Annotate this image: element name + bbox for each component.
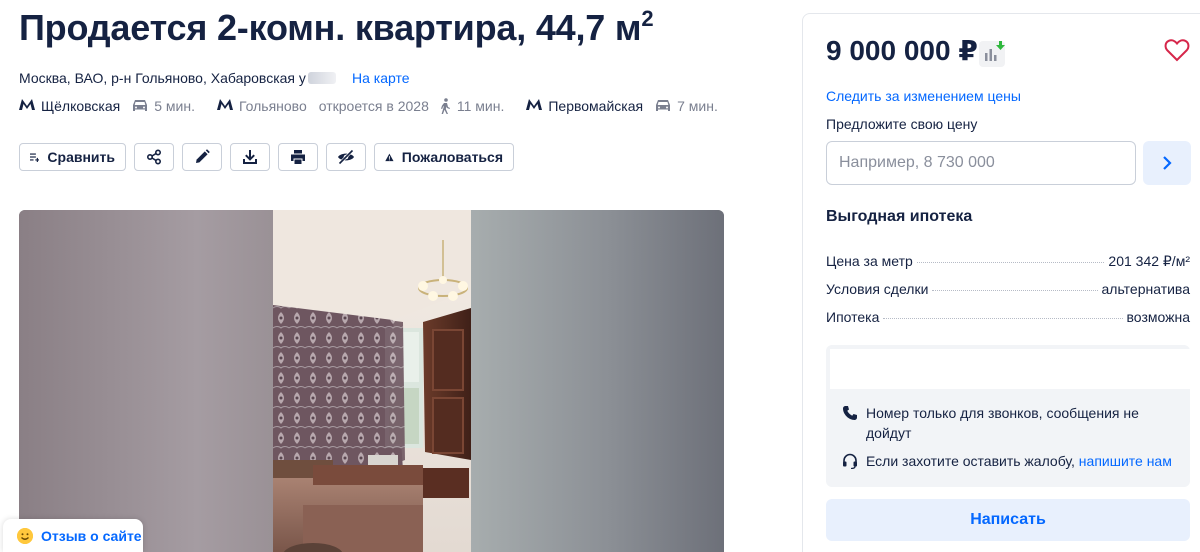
photo-gallery[interactable] [19, 210, 724, 552]
metro-station[interactable]: Первомайская [526, 97, 643, 114]
map-link[interactable]: На карте [352, 70, 410, 86]
fact-key: Цена за метр [826, 253, 913, 269]
offer-price-label: Предложите свою цену [826, 116, 978, 132]
address-text: Москва, ВАО, р-н Гольяново, Хабаровская … [19, 70, 306, 86]
contact-notice: Номер только для звонков, сообщения не д… [826, 345, 1190, 487]
address: Москва, ВАО, р-н Гольяново, Хабаровская … [19, 70, 336, 86]
metro-icon [526, 97, 543, 114]
notice-placeholder [830, 349, 1190, 389]
fact-row: Условия сделки альтернатива [826, 281, 1190, 309]
fact-key: Условия сделки [826, 281, 929, 297]
walk-icon [440, 97, 450, 114]
bar-chart-icon [985, 39, 1005, 61]
complain-label: Пожаловаться [401, 149, 503, 165]
travel-time: 7 мин. [677, 97, 718, 114]
heart-icon [1164, 39, 1190, 62]
warning-icon [385, 153, 394, 161]
car-icon [133, 99, 148, 111]
travel-time: 11 мин. [456, 97, 505, 114]
metro-station-name: Гольяново [238, 97, 307, 114]
metro-icon [216, 97, 233, 114]
mortgage-title[interactable]: Выгодная ипотека [826, 208, 972, 226]
complain-button[interactable]: Пожаловаться [374, 143, 514, 171]
share-icon [146, 149, 162, 165]
follow-price-link[interactable]: Следить за изменением цены [826, 88, 1021, 104]
metro-opening-note: откроется в 2028 [318, 97, 429, 114]
offer-price-input[interactable] [826, 141, 1136, 185]
site-feedback-button[interactable]: Отзыв о сайте [3, 519, 143, 552]
print-button[interactable] [278, 143, 318, 171]
main-photo[interactable] [273, 210, 471, 552]
fact-dots [916, 262, 1105, 263]
room-photo [273, 210, 471, 552]
fact-value: 201 342 ₽/м² [1108, 253, 1190, 269]
fact-row: Цена за метр 201 342 ₽/м² [826, 253, 1190, 281]
smile-icon [17, 527, 33, 544]
gallery-blur-right [471, 210, 724, 552]
metro-travel: 5 мин. [132, 98, 195, 114]
write-message-button[interactable]: Написать [826, 499, 1190, 541]
metro-station-name: Щёлковская [41, 97, 121, 114]
phone-icon [843, 406, 857, 420]
notice-complaint: Если захотите оставить жалобу, напишите … [842, 451, 1182, 471]
feedback-label: Отзыв о сайте [41, 527, 142, 544]
page-title: Продается 2-комн. квартира, 44,7 м2 [19, 6, 654, 48]
offer-submit-button[interactable] [1143, 141, 1191, 185]
write-us-link[interactable]: напишите нам [1079, 453, 1172, 469]
favorite-button[interactable] [1164, 38, 1190, 67]
metro-travel: 7 мин. [655, 98, 718, 114]
metro-station[interactable]: Щёлковская [19, 97, 120, 114]
travel-time: 5 мин. [154, 97, 195, 114]
gallery-blur-left [19, 210, 273, 552]
metro-stations: Щёлковская 5 мин. Гольяново откроется в … [19, 97, 740, 114]
compare-icon [30, 153, 40, 162]
price-history-button[interactable] [979, 39, 1005, 67]
listing-actions: Сравнить Пожаловаться [19, 143, 514, 171]
metro-travel: 11 мин. [439, 97, 505, 114]
notice-complaint-text: Если захотите оставить жалобу, [866, 453, 1075, 469]
headset-icon [843, 453, 857, 469]
address-redacted [307, 72, 336, 84]
metro-station-name: Первомайская [548, 97, 644, 114]
fact-value: возможна [1126, 309, 1190, 325]
fact-dots [883, 318, 1123, 319]
fact-key: Ипотека [826, 309, 880, 325]
download-icon [243, 150, 257, 164]
notice-calls-only: Номер только для звонков, сообщения не д… [842, 403, 1172, 443]
fact-row: Ипотека возможна [826, 309, 1190, 337]
edit-button[interactable] [182, 143, 222, 171]
metro-icon [19, 97, 35, 114]
fact-value: альтернатива [1101, 281, 1191, 297]
download-button[interactable] [230, 143, 270, 171]
metro-station[interactable]: Гольяново [216, 97, 307, 114]
notice-calls-text: Номер только для звонков, сообщения не д… [866, 405, 1139, 441]
share-button[interactable] [134, 143, 174, 171]
compare-label: Сравнить [47, 149, 115, 165]
offer-facts: Цена за метр 201 342 ₽/м² Условия сделки… [826, 253, 1190, 337]
hide-button[interactable] [326, 143, 366, 171]
print-icon [291, 150, 305, 164]
fact-dots [932, 290, 1098, 291]
compare-button[interactable]: Сравнить [19, 143, 126, 171]
car-icon [656, 99, 671, 111]
chevron-right-icon [1163, 156, 1172, 170]
edit-icon [196, 149, 210, 163]
price: 9 000 000 ₽ [826, 35, 978, 66]
hide-icon [338, 149, 354, 165]
